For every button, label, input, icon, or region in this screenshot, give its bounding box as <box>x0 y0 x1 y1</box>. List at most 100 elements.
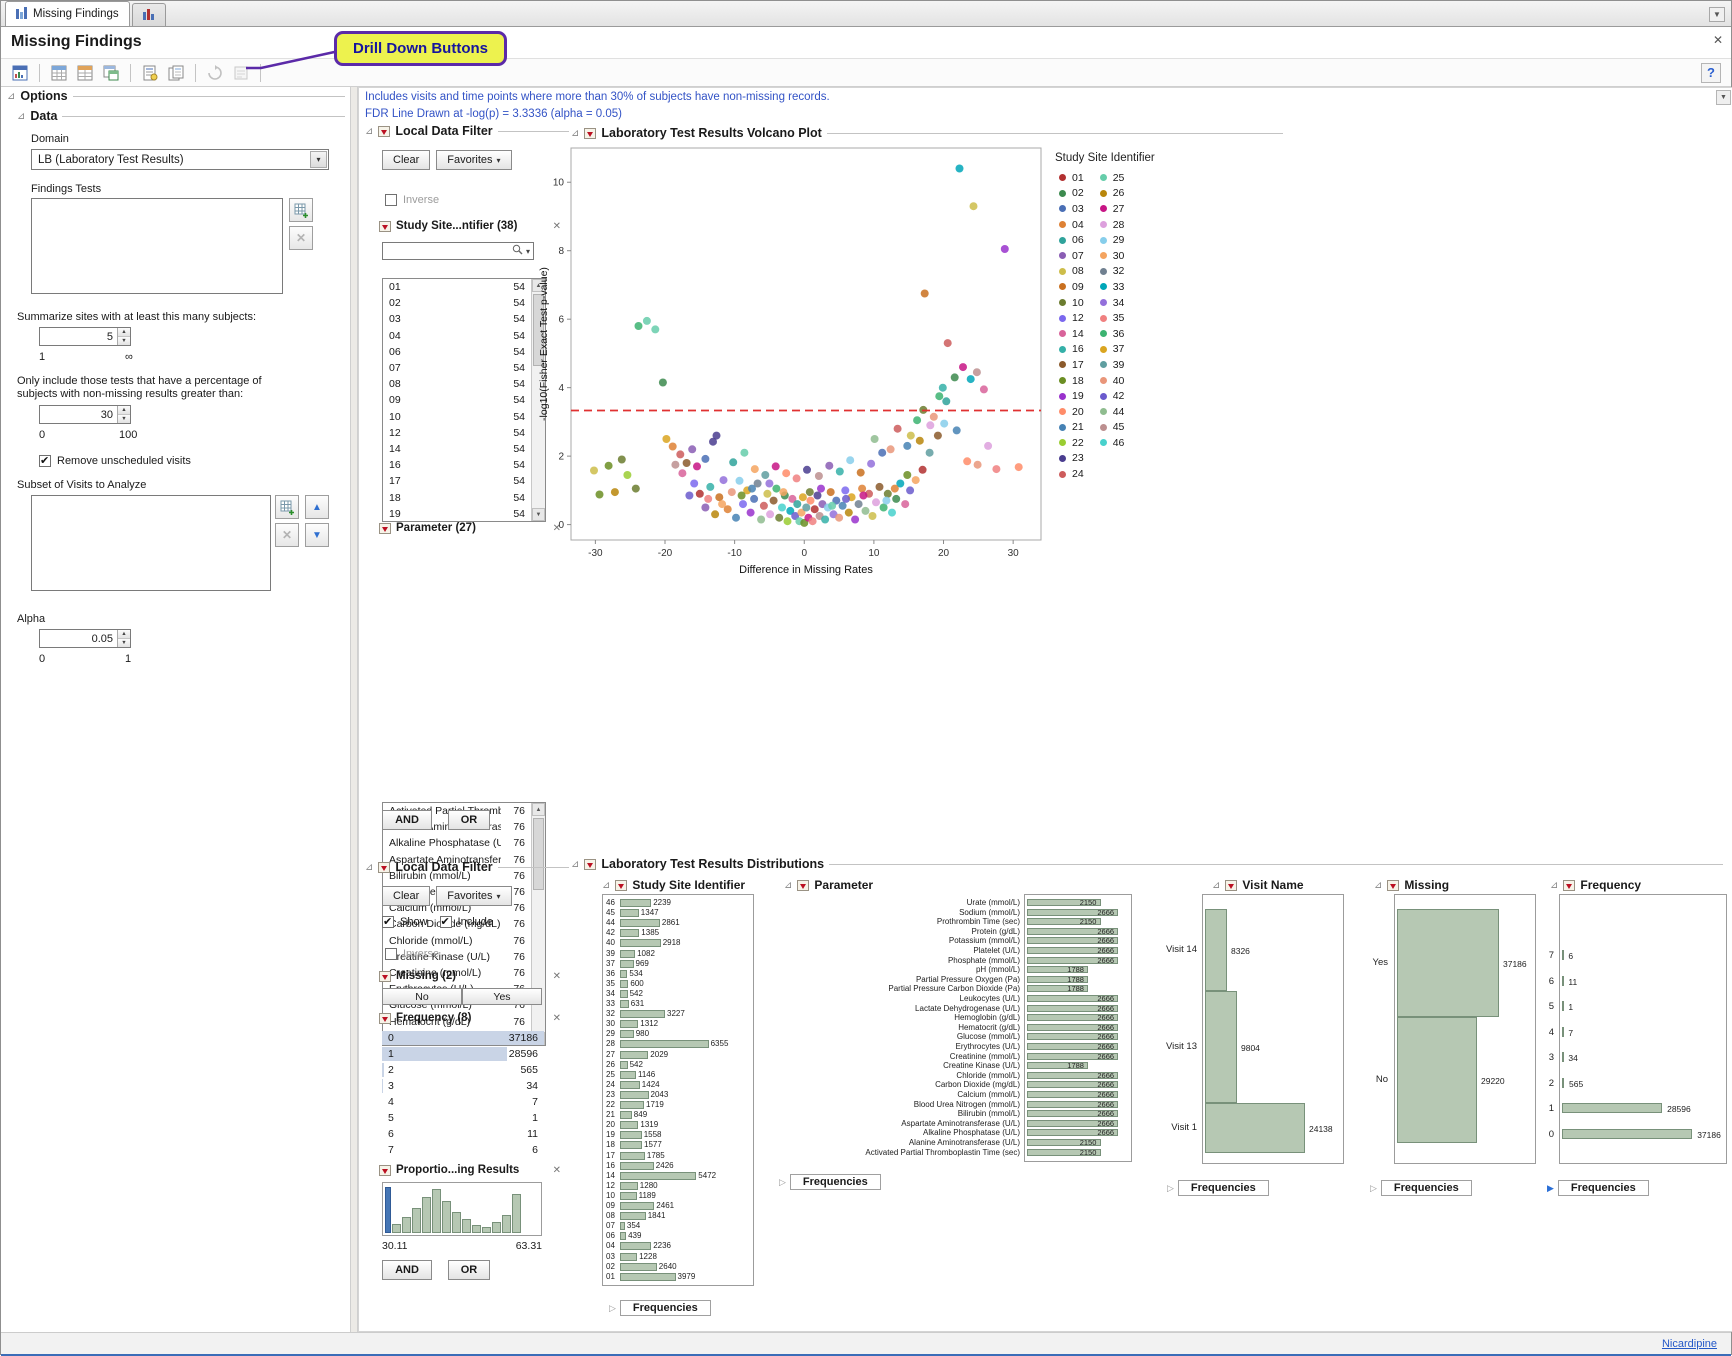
missing-no-button[interactable]: No <box>382 988 462 1005</box>
histogram-bar[interactable] <box>482 1227 491 1233</box>
disclosure-icon[interactable]: ⊿ <box>1212 880 1220 891</box>
frequency-filter-row[interactable]: 128596 <box>382 1046 544 1062</box>
tab-chart-window[interactable] <box>132 3 166 26</box>
frequencies-button[interactable]: Frequencies <box>790 1174 881 1190</box>
clear-button[interactable]: Clear <box>382 150 430 170</box>
site-filter-row[interactable]: 0154 <box>383 279 531 295</box>
disclosure-icon[interactable]: ⊿ <box>7 91 15 102</box>
site-search-input[interactable]: ▾ <box>382 242 534 260</box>
legend-item[interactable]: 32 <box>1100 264 1125 280</box>
red-triangle-menu-icon[interactable] <box>379 221 391 232</box>
disclosure-icon[interactable]: ⊿ <box>784 880 792 891</box>
alpha-spinner[interactable]: 0.05 ▲▼ <box>39 629 131 648</box>
histogram-bar[interactable] <box>1397 909 1499 1017</box>
move-down-button[interactable]: ▼ <box>305 523 329 547</box>
site-filter-row[interactable]: 0854 <box>383 376 531 392</box>
histogram-bar[interactable] <box>620 1071 636 1079</box>
parameter-filter-row[interactable]: Alkaline Phosphatase (U/L)76 <box>383 835 531 851</box>
histogram-bar[interactable] <box>472 1225 481 1233</box>
histogram-bar[interactable] <box>620 939 661 947</box>
legend-item[interactable]: 39 <box>1100 357 1125 373</box>
histogram-bar[interactable] <box>620 1131 642 1139</box>
legend-item[interactable]: 03 <box>1059 201 1084 217</box>
pct-threshold-spinner[interactable]: 30 ▲▼ <box>39 405 131 424</box>
legend-item[interactable]: 22 <box>1059 435 1084 451</box>
disclosure-right-icon[interactable]: ▷ <box>1370 1183 1377 1194</box>
histogram-bar[interactable] <box>620 1020 638 1028</box>
histogram-bar[interactable] <box>412 1208 421 1233</box>
histogram-bar[interactable] <box>620 1010 665 1018</box>
histogram-bar[interactable] <box>452 1212 461 1233</box>
journal-icon[interactable] <box>165 62 187 84</box>
frequencies-button[interactable]: Frequencies <box>620 1300 711 1316</box>
frequencies-button[interactable]: Frequencies <box>1381 1180 1472 1196</box>
legend-item[interactable]: 23 <box>1059 451 1084 467</box>
histogram-bar[interactable] <box>620 990 628 998</box>
red-triangle-menu-icon[interactable] <box>797 880 809 891</box>
help-icon[interactable]: ? <box>1701 63 1721 83</box>
refresh-icon[interactable] <box>204 62 226 84</box>
site-filter-row[interactable]: 0954 <box>383 392 531 408</box>
histogram-bar[interactable] <box>1562 976 1564 986</box>
histogram-bar[interactable] <box>1397 1017 1477 1143</box>
volcano-plot[interactable]: 0246810-30-20-100102030Difference in Mis… <box>537 142 1049 580</box>
red-triangle-menu-icon[interactable] <box>1225 880 1237 891</box>
site-filter-row[interactable]: 1754 <box>383 473 531 489</box>
site-filter-row[interactable]: 0454 <box>383 328 531 344</box>
histogram-bar[interactable] <box>620 1111 632 1119</box>
disclosure-right-icon[interactable]: ▶ <box>1547 1183 1554 1194</box>
favorites-button[interactable]: Favorites▾ <box>436 886 511 906</box>
frequency-filter-row[interactable]: 47 <box>382 1094 544 1110</box>
and-button[interactable]: AND <box>382 810 432 830</box>
legend-item[interactable]: 02 <box>1059 186 1084 202</box>
drill-report-icon[interactable] <box>9 62 31 84</box>
add-tests-button[interactable] <box>289 198 313 222</box>
histogram-bar[interactable] <box>620 980 628 988</box>
scrollbar-button[interactable]: ▼ <box>1716 90 1731 105</box>
disclosure-right-icon[interactable]: ▷ <box>609 1303 616 1314</box>
histogram-bar[interactable] <box>402 1217 411 1233</box>
and-button[interactable]: AND <box>382 1260 432 1280</box>
legend-item[interactable]: 28 <box>1100 217 1125 233</box>
close-icon[interactable]: ✕ <box>1713 33 1723 47</box>
histogram-bar[interactable] <box>620 909 639 917</box>
spin-down-icon[interactable]: ▼ <box>118 415 130 423</box>
disclosure-icon[interactable]: ⊿ <box>1374 880 1382 891</box>
legend-item[interactable]: 35 <box>1100 310 1125 326</box>
clear-visits-button[interactable]: ✕ <box>275 523 299 547</box>
data-table-icon[interactable] <box>48 62 70 84</box>
remove-unscheduled-checkbox[interactable]: Remove unscheduled visits <box>39 455 191 467</box>
include-checkbox[interactable]: Include <box>440 916 493 928</box>
chevron-down-icon[interactable]: ▾ <box>526 247 530 256</box>
legend-item[interactable]: 14 <box>1059 326 1084 342</box>
red-triangle-menu-icon[interactable] <box>1563 880 1575 891</box>
subset-table-icon[interactable] <box>100 62 122 84</box>
tab-missing-findings[interactable]: Missing Findings <box>5 1 130 26</box>
close-icon[interactable]: ✕ <box>553 1165 561 1176</box>
status-dataset-link[interactable]: Nicardipine <box>1662 1338 1717 1350</box>
legend-item[interactable]: 17 <box>1059 357 1084 373</box>
disclosure-right-icon[interactable]: ▷ <box>779 1177 786 1188</box>
scroll-thumb[interactable] <box>533 818 544 890</box>
histogram-bar[interactable] <box>620 1141 642 1149</box>
legend-item[interactable]: 18 <box>1059 373 1084 389</box>
site-filter-row[interactable]: 1854 <box>383 489 531 505</box>
frequency-filter-row[interactable]: 611 <box>382 1126 544 1142</box>
histogram-bar[interactable] <box>620 950 635 958</box>
legend-item[interactable]: 08 <box>1059 264 1084 280</box>
frequency-filter-row[interactable]: 037186 <box>382 1030 544 1046</box>
disclosure-right-icon[interactable]: ▷ <box>1167 1183 1174 1194</box>
histogram-bar[interactable] <box>620 1212 646 1220</box>
histogram-bar[interactable] <box>620 1182 638 1190</box>
red-triangle-menu-icon[interactable] <box>378 126 390 137</box>
legend-item[interactable]: 45 <box>1100 420 1125 436</box>
disclosure-icon[interactable]: ⊿ <box>571 128 579 139</box>
histogram-bar[interactable] <box>620 919 660 927</box>
histogram-bar[interactable] <box>392 1224 401 1233</box>
red-triangle-menu-icon[interactable] <box>379 1013 391 1024</box>
inverse-checkbox[interactable]: Inverse <box>385 948 439 960</box>
red-triangle-menu-icon[interactable] <box>379 971 391 982</box>
red-triangle-menu-icon[interactable] <box>379 523 391 534</box>
disclosure-icon[interactable]: ⊿ <box>365 862 373 873</box>
legend-item[interactable]: 10 <box>1059 295 1084 311</box>
